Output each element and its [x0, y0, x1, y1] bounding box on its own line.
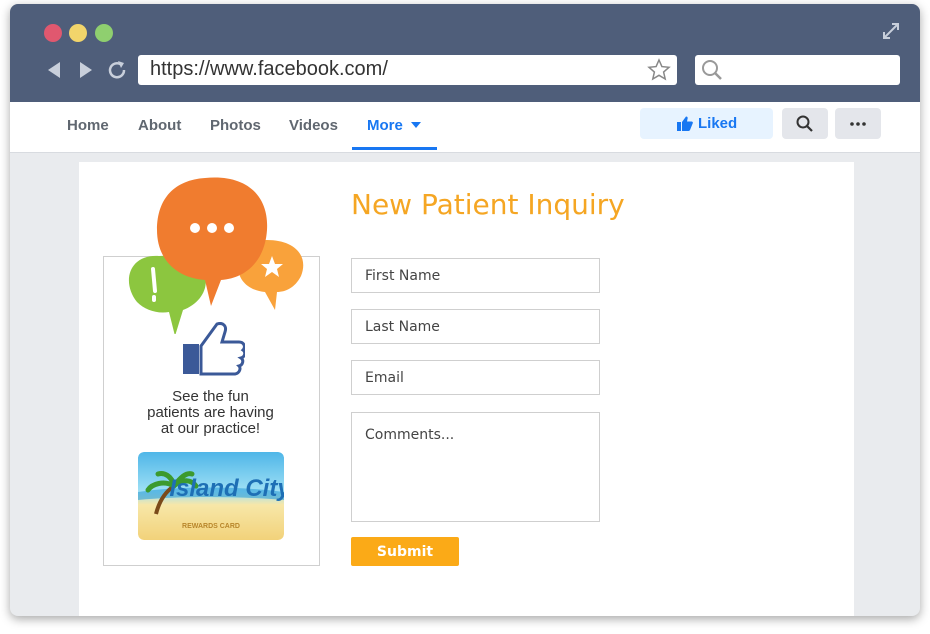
expand-icon[interactable] [882, 22, 900, 40]
close-window-button[interactable] [44, 24, 62, 42]
maximize-window-button[interactable] [95, 24, 113, 42]
facebook-like-icon [183, 322, 245, 376]
tab-home[interactable]: Home [67, 117, 109, 134]
email-field[interactable] [351, 360, 600, 395]
speech-bubbles-illustration [129, 177, 304, 334]
browser-search-box[interactable] [695, 55, 900, 85]
back-arrow-icon[interactable] [44, 58, 66, 82]
submit-button[interactable]: Submit [351, 537, 459, 566]
tab-more[interactable]: More [367, 117, 422, 134]
last-name-field[interactable] [351, 309, 600, 344]
promo-text: See the fun patients are having at our p… [103, 389, 318, 437]
comments-field[interactable] [351, 412, 600, 522]
more-options-button[interactable] [835, 108, 881, 139]
caret-down-icon [411, 122, 422, 128]
liked-label: Liked [698, 115, 738, 132]
reload-icon[interactable] [106, 58, 128, 82]
rewards-card-image[interactable]: Island City REWARDS CARD [138, 452, 284, 540]
card-subtitle-text: REWARDS CARD [182, 523, 240, 530]
form-title: New Patient Inquiry [351, 188, 625, 221]
address-bar[interactable]: https://www.facebook.com/ [138, 55, 677, 85]
page-content: See the fun patients are having at our p… [79, 162, 854, 616]
page-search-button[interactable] [782, 108, 828, 139]
tab-more-label: More [367, 117, 403, 134]
thumbs-up-icon [677, 116, 693, 131]
tab-photos[interactable]: Photos [210, 117, 261, 134]
tab-videos[interactable]: Videos [289, 117, 338, 134]
active-tab-indicator [352, 147, 437, 150]
card-logo-text: Island City [169, 475, 284, 502]
tab-about[interactable]: About [138, 117, 181, 134]
minimize-window-button[interactable] [69, 24, 87, 42]
liked-button[interactable]: Liked [640, 108, 773, 139]
promo-line-1: See the fun [172, 388, 249, 405]
island-city-rewards-card: Island City REWARDS CARD [138, 452, 284, 540]
browser-window: https://www.facebook.com/ Home About Pho… [10, 4, 920, 616]
bookmark-star-icon[interactable] [647, 58, 671, 82]
promo-line-2: patients are having [147, 404, 274, 421]
address-bar-url: https://www.facebook.com/ [150, 58, 388, 80]
search-icon [796, 115, 813, 132]
browser-chrome: https://www.facebook.com/ [10, 4, 920, 102]
search-icon [702, 60, 722, 80]
first-name-field[interactable] [351, 258, 600, 293]
ellipsis-icon [850, 122, 866, 126]
promo-line-3: at our practice! [160, 420, 261, 437]
forward-arrow-icon[interactable] [74, 58, 96, 82]
